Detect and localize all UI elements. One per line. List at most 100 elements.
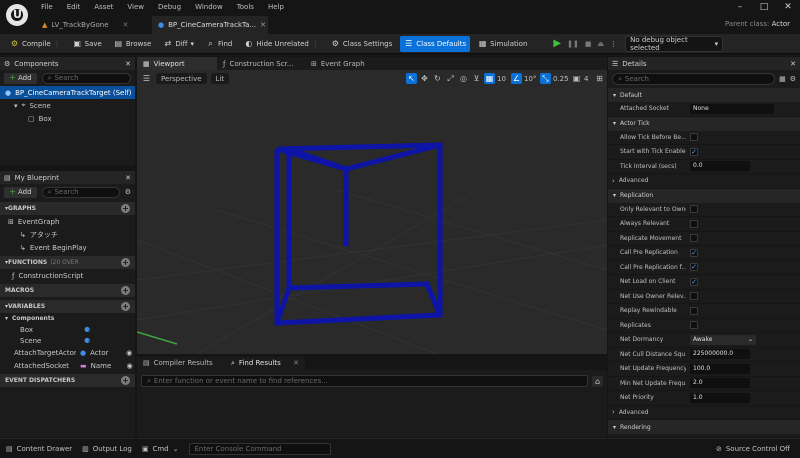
add-function-icon[interactable]: + [121, 258, 130, 267]
tree-item-scene[interactable]: ▾ ⌖ Scene [0, 99, 135, 112]
section-actor-tick[interactable]: ▾ Actor Tick [608, 116, 800, 131]
source-control-button[interactable]: ⊘ Source Control Off [716, 445, 790, 453]
advanced-toggle[interactable]: › Advanced [608, 406, 800, 420]
grid-snap-value[interactable]: 10 [497, 75, 509, 83]
find-references-input[interactable]: ⌕ Enter function or event name to find re… [141, 375, 588, 387]
parent-class-value[interactable]: Actor [772, 20, 790, 28]
tree-item-box[interactable]: ▢ Box [0, 112, 135, 125]
play-options-icon[interactable]: ⋮ [610, 40, 617, 48]
checkbox[interactable] [690, 321, 698, 330]
blueprint-search-input[interactable]: ⌕ Search [41, 186, 120, 198]
tree-item-self[interactable]: ● BP_CineCameraTrackTarget (Self) [0, 86, 135, 99]
add-variable-icon[interactable]: + [121, 302, 130, 311]
hamburger-menu-icon[interactable]: ☰ [141, 73, 152, 84]
tab-blueprint[interactable]: ● BP_CineCameraTrackTa... ✕ [152, 16, 268, 34]
scale-tool-icon[interactable]: ⤢ [445, 73, 456, 84]
add-macro-icon[interactable]: + [121, 286, 130, 295]
browse-button[interactable]: ▤ Browse [110, 36, 156, 52]
menu-asset[interactable]: Asset [87, 0, 120, 14]
graph-item-attach[interactable]: ↳ アタッチ [0, 228, 135, 241]
rotate-tool-icon[interactable]: ↻ [432, 73, 443, 84]
hide-unrelated-button[interactable]: ◐ Hide Unrelated ⋮ [240, 36, 323, 52]
checkbox[interactable] [690, 219, 698, 228]
move-tool-icon[interactable]: ✥ [419, 73, 430, 84]
find-in-all-blueprints-icon[interactable]: ⌂ [592, 375, 603, 387]
compile-button[interactable]: ⚙ Compile ⋮ [6, 36, 65, 52]
add-component-button[interactable]: ＋ Add [4, 72, 37, 84]
grid-snap-icon[interactable]: ▦ [484, 73, 495, 84]
checkbox[interactable] [690, 292, 698, 301]
output-log-button[interactable]: ▥ Output Log [82, 445, 132, 453]
checkbox-checked[interactable]: ✓ [690, 147, 698, 156]
simulation-button[interactable]: ▦ Simulation [474, 36, 531, 52]
section-default[interactable]: ▾ Default [608, 88, 800, 102]
debug-object-select[interactable]: No debug object selected ▾ [625, 35, 724, 52]
viewport[interactable]: ☰ Perspective Lit ↖ ✥ ↻ ⤢ ◎ ⊻ ▦ 10 ∠ 10°… [137, 70, 607, 354]
cmd-select[interactable]: ▣ Cmd ⌄ [142, 445, 179, 453]
variables-group-components[interactable]: ▾ Components [0, 313, 135, 324]
save-button[interactable]: ▣ Save [69, 36, 106, 52]
components-search-input[interactable]: ⌕ Search [41, 72, 131, 84]
variable-attach-target-actor[interactable]: AttachTargetActor ● Actor ◉ [0, 346, 135, 359]
menu-view[interactable]: View [120, 0, 151, 14]
box-wireframe[interactable] [274, 142, 443, 326]
scale-snap-value[interactable]: 0.25 [553, 75, 569, 83]
diff-button[interactable]: ⇄ Diff ▾ [159, 36, 198, 52]
maximize-icon[interactable]: □ [752, 0, 776, 14]
variable-attached-socket[interactable]: AttachedSocket ▬ Name ◉ [0, 359, 135, 372]
tab-viewport[interactable]: ▦ Viewport [137, 57, 217, 70]
graph-item-eventgraph[interactable]: ⊞ EventGraph [0, 215, 135, 228]
net-update-input[interactable]: 100.0 [690, 363, 750, 374]
close-icon[interactable]: ✕ [776, 0, 800, 14]
eject-icon[interactable]: ⏏ [597, 40, 604, 48]
content-drawer-button[interactable]: ▤ Content Drawer [6, 445, 72, 453]
menu-window[interactable]: Window [188, 0, 230, 14]
add-dispatcher-icon[interactable]: + [121, 376, 130, 385]
tab-event-graph[interactable]: ⊞ Event Graph [305, 57, 385, 70]
layout-icon[interactable]: ⊞ [594, 73, 605, 84]
min-net-input[interactable]: 2.0 [690, 378, 750, 389]
function-item-construction[interactable]: ƒ ConstructionScript [0, 269, 135, 282]
close-icon[interactable]: ✕ [790, 60, 796, 68]
section-replication[interactable]: ▾ Replication [608, 188, 800, 203]
scale-snap-icon[interactable]: ⤡ [540, 73, 551, 84]
gear-icon[interactable]: ⚙ [125, 188, 131, 196]
net-dormancy-select[interactable]: Awake ⌄ [690, 334, 756, 345]
perspective-button[interactable]: Perspective [156, 73, 207, 84]
net-priority-input[interactable]: 1.0 [690, 392, 750, 403]
tick-interval-input[interactable]: 0.0 [690, 161, 750, 172]
menu-file[interactable]: File [34, 0, 60, 14]
checkbox[interactable] [690, 133, 698, 142]
section-rendering[interactable]: ▾ Rendering [608, 420, 800, 434]
surface-snap-icon[interactable]: ⊻ [471, 73, 482, 84]
add-graph-icon[interactable]: + [121, 204, 130, 213]
unreal-logo-icon[interactable] [6, 4, 28, 26]
tab-find-results[interactable]: ⌕ Find Results ✕ [225, 356, 305, 370]
checkbox[interactable] [690, 205, 698, 214]
rotation-snap-value[interactable]: 10° [524, 75, 538, 83]
close-tab-icon[interactable]: ✕ [123, 21, 129, 29]
variable-scene[interactable]: Scene ⚈ [0, 335, 135, 346]
lit-button[interactable]: Lit [210, 73, 230, 84]
close-icon[interactable]: ✕ [125, 60, 131, 68]
section-variables[interactable]: ▾ VARIABLES + [0, 300, 135, 313]
select-tool-icon[interactable]: ↖ [406, 73, 417, 84]
chevron-down-icon[interactable]: ▾ [14, 102, 18, 110]
menu-debug[interactable]: Debug [151, 0, 188, 14]
variable-box[interactable]: Box ⚈ [0, 324, 135, 335]
checkbox[interactable] [690, 234, 698, 243]
checkbox-checked[interactable]: ✓ [690, 277, 698, 286]
close-icon[interactable]: ✕ [125, 174, 131, 182]
attached-socket-input[interactable]: None [690, 103, 774, 114]
visibility-eye-icon[interactable]: ◉ [126, 349, 132, 357]
section-macros[interactable]: MACROS + [0, 284, 135, 297]
minimize-icon[interactable]: – [728, 0, 752, 14]
graph-item-beginplay[interactable]: ↳ Event BeginPlay [0, 241, 135, 254]
net-cull-input[interactable]: 225000000.0 [690, 349, 750, 360]
add-member-button[interactable]: ＋ Add [4, 186, 37, 198]
section-graphs[interactable]: ▾ GRAPHS + [0, 202, 135, 215]
stop-icon[interactable]: ■ [585, 40, 592, 48]
class-defaults-button[interactable]: ☰ Class Defaults [400, 35, 471, 52]
class-settings-button[interactable]: ⚙ Class Settings [327, 36, 396, 52]
menu-edit[interactable]: Edit [60, 0, 88, 14]
